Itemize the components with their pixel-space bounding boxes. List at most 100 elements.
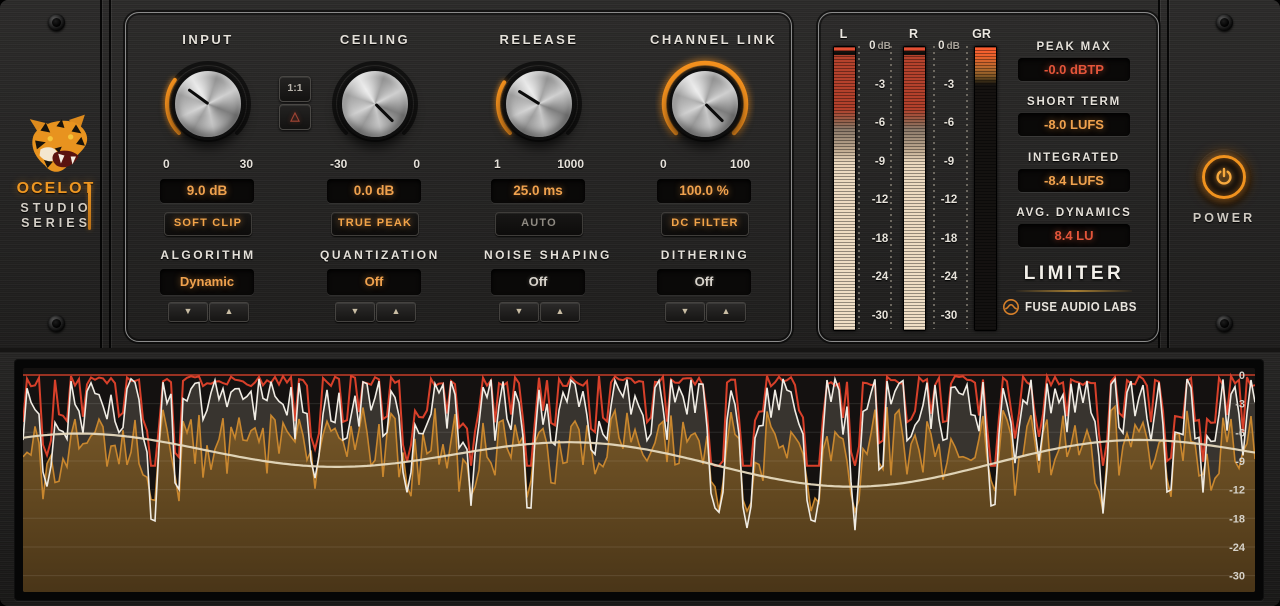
algorithm-up-button[interactable]: ▲ [209,302,249,322]
power-icon [1213,166,1235,188]
short-term-label: SHORT TERM [999,96,1149,108]
company-branding: FUSE AUDIO LABS [999,298,1149,316]
brand-column: OCELOT STUDIO SERIES [8,0,104,348]
ceiling-knob-cap [339,68,411,140]
power-label: POWER [1168,211,1280,225]
scale-tick: -12 [860,193,900,207]
down-arrow-icon: ▼ [184,306,193,316]
delta-button[interactable]: △ [279,104,311,130]
scale-unit: dB [878,41,891,52]
release-control-group: RELEASE 1 1000 25.0 ms AUTO [484,32,594,252]
scale-tick: -30 [860,309,900,323]
input-max: 30 [240,157,253,171]
release-range: 1 1000 [494,157,584,171]
input-value[interactable]: 9.0 dB [160,179,254,203]
scope-frame: 0-3-6-9-12-18-24-30 [14,359,1264,601]
down-arrow-icon: ▼ [681,306,690,316]
power-ring [1202,155,1246,199]
scale-tick: -9 [929,155,969,169]
down-arrow-icon: ▼ [351,306,360,316]
down-arrow-icon: ▼ [515,306,524,316]
ceiling-range: -30 0 [330,157,420,171]
release-min: 1 [494,157,501,171]
quantization-up-button[interactable]: ▲ [376,302,416,322]
channel-link-knob-pointer [704,103,724,123]
plugin-window: OCELOT STUDIO SERIES INPUT [0,0,1280,606]
ceiling-control-group: CEILING -30 0 0.0 dB TRUE PEAK [320,32,430,252]
power-button[interactable] [1196,149,1252,205]
meter-led-stripes [904,47,925,330]
release-knob[interactable] [489,54,589,154]
release-knob-cap [503,68,575,140]
up-arrow-icon: ▲ [556,306,565,316]
top-panel: OCELOT STUDIO SERIES INPUT [0,0,1280,348]
ceiling-label: CEILING [320,32,430,47]
scale-tick: -3 [860,78,900,92]
channel-link-value[interactable]: 100.0 % [657,179,751,203]
noise-shaping-label: NOISE SHAPING [484,248,594,262]
integrated-label: INTEGRATED [999,152,1149,164]
dc-filter-button[interactable]: DC FILTER [661,212,749,236]
release-value[interactable]: 25.0 ms [491,179,585,203]
input-knob[interactable] [158,54,258,154]
peak-max-value[interactable]: -0.0 dBTP [1018,58,1130,81]
meter-led-stripes [834,47,855,330]
scale-tick: -24 [929,270,969,284]
channel-link-label: CHANNEL LINK [650,32,760,47]
scale-tick: -3 [929,78,969,92]
quantization-select[interactable]: Off [327,269,421,295]
scale-tick: -6 [860,116,900,130]
meter-label-left: L [833,27,854,41]
noise-shaping-up-button[interactable]: ▲ [540,302,580,322]
scale-tick: -18 [929,232,969,246]
release-label: RELEASE [484,32,594,47]
up-arrow-icon: ▲ [225,306,234,316]
dithering-select[interactable]: Off [657,269,751,295]
gain-reduction-meter [974,46,997,331]
scale-tick: -30 [929,309,969,323]
channel-link-knob[interactable] [655,54,755,154]
ceiling-knob-pointer [374,103,394,123]
dithering-label: DITHERING [650,248,760,262]
dithering-up-button[interactable]: ▲ [706,302,746,322]
scale-unit: dB [947,41,960,52]
short-term-value[interactable]: -8.0 LUFS [1018,113,1130,136]
true-peak-button[interactable]: TRUE PEAK [331,212,419,236]
svg-text:-12: -12 [1229,485,1245,497]
input-min: 0 [163,157,170,171]
channel-link-range: 0 100 [660,157,750,171]
meter-led-stripes [975,47,996,330]
channel-link-min: 0 [660,157,667,171]
algorithm-down-button[interactable]: ▼ [168,302,208,322]
fuse-audio-labs-icon [1002,298,1020,316]
ceiling-knob[interactable] [325,54,425,154]
ratio-button[interactable]: 1:1 [279,76,311,102]
avg-dynamics-value[interactable]: 8.4 LU [1018,224,1130,247]
meter-panel: L R GR 0dB -3 -6 -9 [818,12,1159,342]
algorithm-selector-group: ALGORITHM Dynamic ▼ ▲ [153,248,263,338]
scope-section: 0-3-6-9-12-18-24-30 [0,352,1280,606]
algorithm-select[interactable]: Dynamic [160,269,254,295]
svg-text:-18: -18 [1229,513,1245,525]
release-max: 1000 [557,157,584,171]
avg-dynamics-label: AVG. DYNAMICS [999,207,1149,219]
auto-release-button[interactable]: AUTO [495,212,583,236]
quantization-label: QUANTIZATION [320,248,430,262]
svg-text:0: 0 [1239,370,1245,382]
integrated-value[interactable]: -8.4 LUFS [1018,169,1130,192]
quantization-down-button[interactable]: ▼ [335,302,375,322]
channel-link-max: 100 [730,157,750,171]
soft-clip-button[interactable]: SOFT CLIP [164,212,252,236]
scale-tick: -9 [860,155,900,169]
channel-link-control-group: CHANNEL LINK 0 100 100.0 % DC FILTER [650,32,760,252]
release-knob-pointer [517,89,540,105]
noise-shaping-select[interactable]: Off [491,269,585,295]
algorithm-label: ALGORITHM [153,248,263,262]
noise-shaping-selector-group: NOISE SHAPING Off ▼ ▲ [484,248,594,338]
input-knob-cap [172,68,244,140]
ceiling-value[interactable]: 0.0 dB [327,179,421,203]
level-meter-left [833,46,856,331]
up-arrow-icon: ▲ [392,306,401,316]
noise-shaping-down-button[interactable]: ▼ [499,302,539,322]
dithering-down-button[interactable]: ▼ [665,302,705,322]
